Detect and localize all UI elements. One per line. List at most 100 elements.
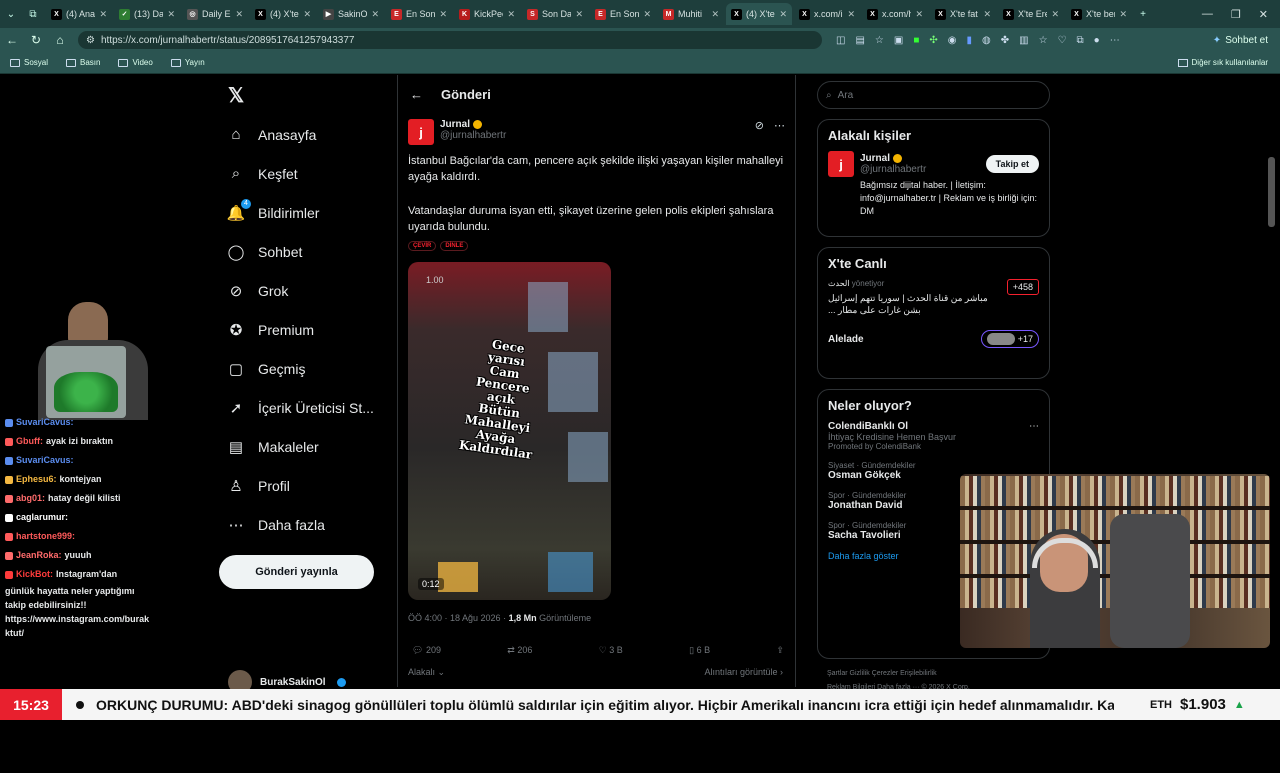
split-view-icon[interactable]: ◫ bbox=[836, 35, 845, 46]
close-tab-icon[interactable]: ✕ bbox=[711, 9, 719, 20]
browser-tab[interactable]: S Son Da ✕ bbox=[522, 3, 588, 25]
browser-tab[interactable]: E En Son ✕ bbox=[386, 3, 452, 25]
post-button[interactable]: Gönderi yayınla bbox=[219, 555, 374, 589]
close-tab-icon[interactable]: ✕ bbox=[507, 9, 515, 20]
nav-item[interactable]: ✪ Premium bbox=[222, 310, 397, 349]
back-icon[interactable]: ← bbox=[0, 33, 24, 47]
follow-button[interactable]: Takip et bbox=[985, 155, 1039, 173]
post-video[interactable]: 1.00 Gece yarısı Cam Pencere açık Bütün … bbox=[408, 262, 611, 600]
view-quotes-link[interactable]: Alıntıları görüntüle › bbox=[704, 667, 783, 678]
workspaces-icon[interactable]: ⧉ bbox=[22, 4, 44, 24]
browser-tab[interactable]: K KickPee ✕ bbox=[454, 3, 520, 25]
nav-item[interactable]: ▤ Makaleler bbox=[222, 427, 397, 466]
close-tab-icon[interactable]: ✕ bbox=[235, 9, 243, 20]
close-tab-icon[interactable]: ✕ bbox=[643, 9, 651, 20]
live-item[interactable]: الحدث yönetiyor مباشر من قناة الحدث | سو… bbox=[828, 279, 1039, 316]
extension-icon[interactable]: ◉ bbox=[948, 35, 957, 46]
nav-item[interactable]: ➚ İçerik Üreticisi St... bbox=[222, 388, 397, 427]
other-bookmarks[interactable]: Diğer sık kullanılanlar bbox=[1177, 58, 1268, 67]
browser-tab[interactable]: X X'te fat ✕ bbox=[930, 3, 996, 25]
extension-icon[interactable]: ■ bbox=[913, 35, 919, 46]
browser-tab[interactable]: M Muhiti ✕ bbox=[658, 3, 724, 25]
ad-item[interactable]: ColendiBanklı Ol ⋯ İhtiyaç Kredisine Heme… bbox=[828, 421, 1039, 451]
bookmark-folder[interactable]: Basın bbox=[66, 58, 100, 67]
author-avatar[interactable]: j bbox=[408, 119, 434, 145]
listen-button[interactable]: DİNLE bbox=[440, 241, 469, 251]
nav-item[interactable]: ⌕ Keşfet bbox=[222, 154, 397, 193]
more-options-icon[interactable]: ⋯ bbox=[774, 119, 785, 132]
relevance-dropdown[interactable]: Alakalı ⌄ bbox=[408, 667, 445, 678]
profile-avatar-icon[interactable]: ● bbox=[1094, 35, 1100, 46]
nav-item[interactable]: 🔔 4 Bildirimler bbox=[222, 193, 397, 232]
bookmark-folder[interactable]: Sosyal bbox=[10, 58, 48, 67]
restore-icon[interactable]: ❐ bbox=[1231, 8, 1241, 21]
repost-button[interactable]: ⇄ 206 bbox=[507, 645, 532, 656]
copilot-button[interactable]: ✦ Sohbet et bbox=[1213, 35, 1268, 46]
favorites-icon[interactable]: ☆ bbox=[1039, 35, 1048, 46]
close-tab-icon[interactable]: ✕ bbox=[575, 9, 583, 20]
browser-tab[interactable]: X (4) X'te ✕ bbox=[726, 3, 792, 25]
bookmark-folder[interactable]: Yayın bbox=[170, 58, 205, 67]
browser-tab[interactable]: X (4) X'te ✕ bbox=[250, 3, 316, 25]
more-icon[interactable]: ⋯ bbox=[1110, 35, 1120, 46]
puzzle-icon[interactable]: ✤ bbox=[1001, 35, 1009, 46]
browser-tab[interactable]: Xx.com/i ✕ bbox=[794, 3, 860, 25]
bookmark-folder[interactable]: Video bbox=[118, 58, 153, 67]
more-options-icon[interactable]: ⋯ bbox=[1029, 421, 1039, 432]
browser-tab[interactable]: ✓ (13) Da ✕ bbox=[114, 3, 180, 25]
browser-tab[interactable]: Xx.com/h ✕ bbox=[862, 3, 928, 25]
browser-tab[interactable]: ▶ SakinOl ✕ bbox=[318, 3, 384, 25]
author-name-row[interactable]: Jurnal bbox=[440, 119, 506, 130]
close-tab-icon[interactable]: ✕ bbox=[915, 9, 923, 20]
alelade-item[interactable]: Alelade +17 bbox=[828, 330, 1039, 348]
nav-item[interactable]: ⊘ Grok bbox=[222, 271, 397, 310]
close-tab-icon[interactable]: ✕ bbox=[371, 9, 379, 20]
translate-button[interactable]: ÇEVİR bbox=[408, 241, 437, 251]
site-info-icon[interactable]: ⚙ bbox=[86, 35, 95, 46]
search-input[interactable]: ⌕ Ara bbox=[817, 81, 1050, 109]
close-tab-icon[interactable]: ✕ bbox=[1119, 9, 1127, 20]
sidebar-icon[interactable]: ▥ bbox=[1019, 35, 1028, 46]
close-tab-icon[interactable]: ✕ bbox=[167, 9, 175, 20]
grok-icon[interactable]: ⊘ bbox=[755, 119, 764, 132]
post-time[interactable]: ÖÖ 4:00 · 18 Ağu 2026 · bbox=[408, 613, 509, 623]
close-tab-icon[interactable]: ✕ bbox=[99, 9, 107, 20]
url-field[interactable]: ⚙ https://x.com/jurnalhabertr/status/208… bbox=[78, 31, 822, 49]
like-button[interactable]: ♡ 3 B bbox=[599, 645, 623, 656]
person-name[interactable]: Jurnal bbox=[860, 153, 890, 164]
browser-tab[interactable]: X X'te ber ✕ bbox=[1066, 3, 1132, 25]
nav-item[interactable]: ▢ Geçmiş bbox=[222, 349, 397, 388]
browser-tab[interactable]: X (4) Ana ✕ bbox=[46, 3, 112, 25]
browser-tab[interactable]: E En Son ✕ bbox=[590, 3, 656, 25]
person-avatar[interactable]: j bbox=[828, 151, 854, 177]
x-logo-icon[interactable]: 𝕏 bbox=[222, 75, 397, 115]
close-tab-icon[interactable]: ✕ bbox=[983, 9, 991, 20]
author-handle[interactable]: @jurnalhabertr bbox=[440, 130, 506, 141]
extension-icon[interactable]: ▮ bbox=[967, 35, 973, 46]
share-icon[interactable]: ⇪ bbox=[776, 645, 784, 656]
close-tab-icon[interactable]: ✕ bbox=[847, 9, 855, 20]
browser-tab[interactable]: ◎ Daily En ✕ bbox=[182, 3, 248, 25]
nav-item[interactable]: ⌂ Anasayfa bbox=[222, 115, 397, 154]
close-tab-icon[interactable]: ✕ bbox=[1051, 9, 1059, 20]
back-arrow-icon[interactable]: ← bbox=[410, 87, 423, 102]
refresh-icon[interactable]: ↻ bbox=[24, 33, 48, 47]
heart-icon[interactable]: ♡ bbox=[1058, 35, 1067, 46]
favorite-star-icon[interactable]: ☆ bbox=[875, 35, 884, 46]
home-icon[interactable]: ⌂ bbox=[48, 33, 72, 47]
close-tab-icon[interactable]: ✕ bbox=[779, 9, 787, 20]
browser-tab[interactable]: X X'te Ere ✕ bbox=[998, 3, 1064, 25]
bookmark-button[interactable]: ▯ 6 B bbox=[689, 645, 710, 656]
nav-item[interactable]: ♙ Profil bbox=[222, 466, 397, 505]
collections-icon[interactable]: ⧉ bbox=[1077, 35, 1084, 46]
reader-icon[interactable]: ▤ bbox=[855, 35, 864, 46]
minimize-icon[interactable]: — bbox=[1202, 8, 1213, 21]
extension-icon[interactable]: ✣ bbox=[929, 35, 937, 46]
reply-button[interactable]: 💬︎ 209 bbox=[412, 645, 441, 656]
close-window-icon[interactable]: ✕ bbox=[1259, 8, 1268, 21]
new-tab-icon[interactable]: + bbox=[1132, 4, 1154, 24]
nav-item[interactable]: ◯ Sohbet bbox=[222, 232, 397, 271]
tab-menu-icon[interactable]: ⌄ bbox=[0, 4, 22, 24]
close-tab-icon[interactable]: ✕ bbox=[303, 9, 311, 20]
close-tab-icon[interactable]: ✕ bbox=[439, 9, 447, 20]
